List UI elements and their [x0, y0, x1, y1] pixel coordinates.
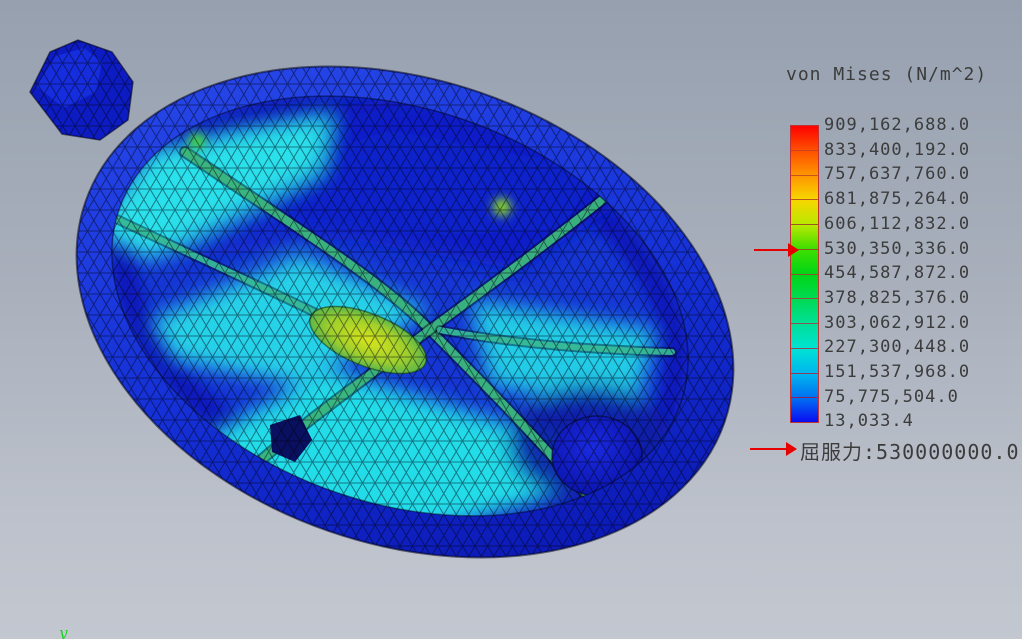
- stress-legend: von Mises (N/m^2) 909,162,688.0 833,400,1…: [0, 0, 1022, 639]
- arrow-line: [750, 448, 786, 450]
- legend-value: 227,300,448.0: [824, 337, 971, 358]
- legend-value: 833,400,192.0: [824, 139, 971, 160]
- legend-segment: [791, 174, 818, 200]
- legend-segment: [791, 126, 818, 150]
- yield-arrow-icon: [750, 442, 798, 456]
- legend-segment: [791, 347, 818, 373]
- legend-segment: [791, 323, 818, 348]
- legend-value: 530,350,336.0: [824, 238, 971, 259]
- legend-segment: [791, 273, 818, 299]
- triad-y-axis-label: y: [59, 624, 68, 639]
- legend-value: 303,062,912.0: [824, 312, 971, 333]
- legend-value: 75,775,504.0: [824, 386, 959, 407]
- legend-value: 909,162,688.0: [824, 115, 971, 135]
- legend-value: 454,587,872.0: [824, 263, 971, 284]
- legend-segment: [791, 199, 818, 224]
- max-stress-arrow-icon: [754, 243, 800, 257]
- legend-labels: 909,162,688.0 833,400,192.0 757,637,760.0 6…: [824, 116, 1019, 435]
- yield-strength-label: 屈服力:530000000.0: [800, 440, 1020, 464]
- legend-title: von Mises (N/m^2): [786, 64, 988, 85]
- legend-segment: [791, 149, 818, 175]
- legend-bar: [790, 125, 819, 423]
- arrow-head: [786, 442, 797, 456]
- legend-segment: [791, 372, 818, 398]
- legend-value: 13,033.4: [824, 411, 914, 432]
- legend-value: 151,537,968.0: [824, 362, 971, 382]
- cad-viewport[interactable]: von Mises (N/m^2) 909,162,688.0 833,400,1…: [0, 0, 1022, 639]
- arrow-line: [754, 249, 788, 251]
- legend-value: 378,825,376.0: [824, 287, 971, 308]
- legend-value: 681,875,264.0: [824, 189, 971, 210]
- legend-value: 606,112,832.0: [824, 213, 971, 234]
- legend-value: 757,637,760.0: [824, 164, 971, 185]
- legend-segment: [791, 298, 818, 323]
- legend-segment: [791, 397, 818, 422]
- arrow-head: [788, 243, 799, 257]
